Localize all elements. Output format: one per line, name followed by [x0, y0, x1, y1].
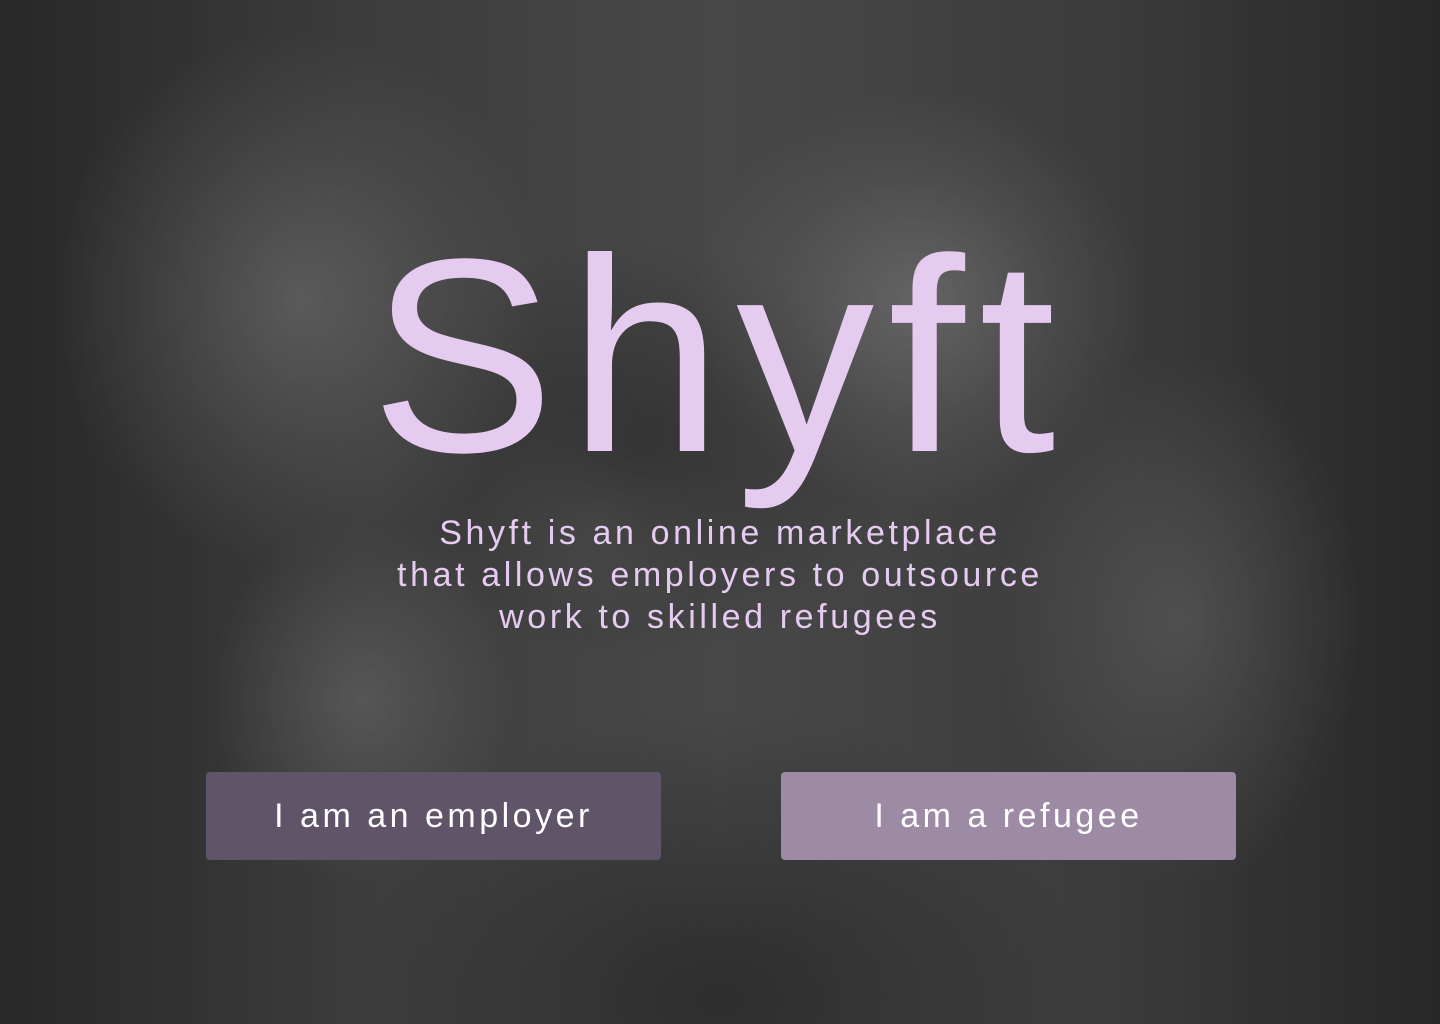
- tagline: Shyft is an online marketplace that allo…: [0, 512, 1440, 638]
- brand-title: Shyft: [370, 202, 1070, 510]
- tagline-line: that allows employers to outsource: [397, 556, 1043, 594]
- refugee-button[interactable]: I am a refugee: [781, 772, 1236, 860]
- tagline-line: Shyft is an online marketplace: [439, 514, 1001, 552]
- tagline-line: work to skilled refugees: [499, 598, 941, 636]
- employer-button[interactable]: I am an employer: [206, 772, 661, 860]
- landing-content: Shyft Shyft is an online marketplace tha…: [0, 0, 1440, 1024]
